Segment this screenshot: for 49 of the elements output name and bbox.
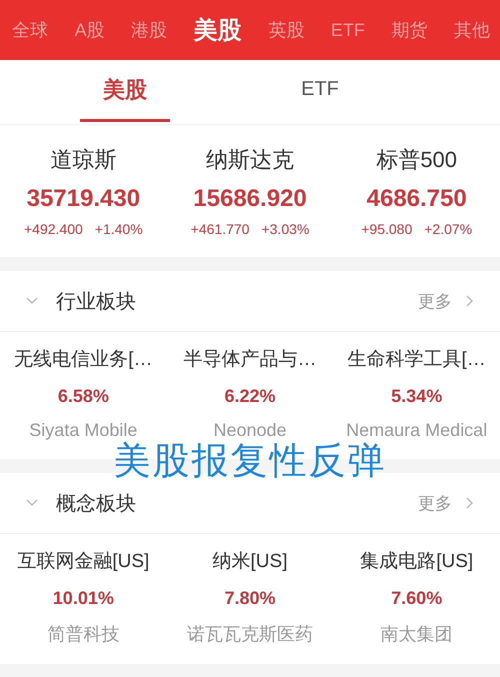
- market-tab[interactable]: 全球: [10, 14, 50, 46]
- leading-stock: 南太集团: [380, 623, 453, 646]
- index-price: 15686.920: [193, 185, 307, 213]
- more-link[interactable]: 更多: [418, 492, 452, 514]
- market-tab[interactable]: 美股: [192, 10, 244, 50]
- sector-percent: 6.58%: [58, 386, 109, 407]
- sector-name[interactable]: 无线电信业务[…: [14, 346, 152, 372]
- index-percent: +2.07%: [424, 221, 472, 237]
- sub-tab[interactable]: ETF: [260, 60, 380, 122]
- market-tab[interactable]: ETF: [328, 16, 367, 44]
- leading-stock: 诺瓦瓦克斯医药: [187, 623, 313, 646]
- market-tab[interactable]: 英股: [266, 14, 306, 46]
- index-change: +461.770: [190, 221, 250, 237]
- leading-stock: 简普科技: [47, 623, 120, 646]
- sector-name[interactable]: 生命科学工具[…: [348, 346, 486, 372]
- index-change: +95.080: [361, 221, 412, 237]
- sector-name[interactable]: 纳米[US]: [212, 548, 288, 574]
- index-price: 4686.750: [366, 185, 467, 213]
- sector-name[interactable]: 半导体产品与…: [184, 346, 316, 372]
- market-tab[interactable]: 期货: [389, 14, 430, 46]
- sector-name[interactable]: 集成电路[US]: [360, 548, 474, 574]
- index-name: 标普500: [376, 146, 458, 174]
- section-title: 行业板块: [56, 290, 137, 314]
- leading-stock: Neonode: [213, 420, 287, 441]
- headline-caption: 美股报复性反弹: [114, 442, 386, 479]
- chevron-down-icon[interactable]: [26, 297, 38, 305]
- sector-percent: 7.80%: [224, 588, 276, 609]
- leading-stock: Siyata Mobile: [29, 420, 138, 441]
- index-name: 道琼斯: [50, 146, 116, 174]
- sector-name[interactable]: 互联网金融[US]: [17, 548, 150, 574]
- index-percent: +1.40%: [94, 221, 143, 237]
- leading-stock: Nemaura Medical: [346, 420, 488, 441]
- more-link[interactable]: 更多: [418, 290, 452, 312]
- sector-percent: 7.60%: [391, 588, 442, 609]
- sub-tab[interactable]: 美股: [80, 60, 170, 122]
- index-percent: +3.03%: [261, 221, 310, 237]
- market-tab[interactable]: A股: [72, 14, 107, 46]
- sector-percent: 10.01%: [52, 588, 114, 609]
- section-title: 概念板块: [56, 492, 137, 516]
- sector-percent: 6.22%: [224, 386, 276, 407]
- chevron-down-icon[interactable]: [26, 499, 38, 507]
- market-tab[interactable]: 港股: [129, 14, 170, 46]
- sector-percent: 5.34%: [391, 386, 442, 407]
- index-name: 纳斯达克: [206, 146, 294, 174]
- index-price: 35719.430: [26, 185, 140, 213]
- chevron-right-icon[interactable]: [466, 497, 474, 509]
- market-tab[interactable]: 其他: [452, 14, 492, 46]
- index-change: +492.400: [24, 221, 83, 237]
- chevron-right-icon[interactable]: [466, 295, 474, 307]
